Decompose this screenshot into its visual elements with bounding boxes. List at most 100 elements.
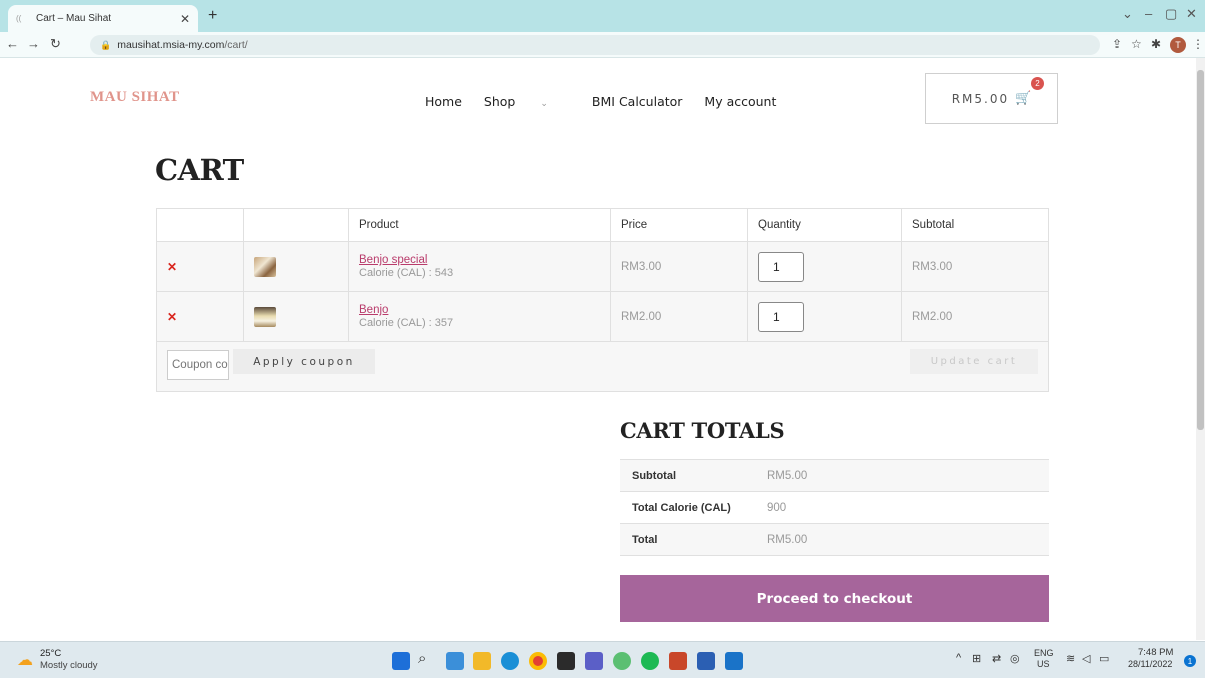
scrollbar-thumb[interactable] (1197, 70, 1204, 430)
col-price-header: Price (610, 208, 748, 242)
language-top[interactable]: ENG (1034, 648, 1054, 658)
remove-item-icon[interactable]: ✕ (167, 310, 177, 324)
product-subtotal: RM2.00 (901, 291, 1049, 342)
start-icon[interactable] (392, 652, 410, 670)
app-tray-icon[interactable]: ◎ (1010, 652, 1020, 665)
product-thumbnail[interactable] (254, 256, 276, 277)
file-explorer-icon[interactable] (473, 652, 491, 670)
totals-label: Subtotal (620, 459, 767, 492)
tab-search-icon[interactable]: ⌄ (1122, 6, 1133, 22)
teams-icon[interactable] (585, 652, 603, 670)
forward-icon[interactable]: → (27, 36, 40, 51)
share-icon[interactable]: ⇪ (1112, 37, 1122, 51)
cart-header-row: Product Price Quantity Subtotal (156, 208, 1049, 242)
browser-menu-icon[interactable]: ⋮ (1192, 37, 1204, 51)
photos-icon[interactable] (725, 652, 743, 670)
cart-count-badge: 2 (1031, 77, 1044, 90)
word-icon[interactable] (697, 652, 715, 670)
product-link[interactable]: Benjo (359, 304, 610, 316)
wifi-icon[interactable]: ≋ (1066, 652, 1075, 665)
powerpoint-icon[interactable] (669, 652, 687, 670)
restore-icon[interactable]: ▢ (1165, 6, 1177, 22)
volume-icon[interactable]: ◁ (1082, 652, 1090, 665)
clock-date[interactable]: 28/11/2022 (1128, 659, 1172, 669)
lock-icon: 🔒 (100, 39, 112, 50)
cart-table: Product Price Quantity Subtotal ✕ Benjo … (156, 208, 1049, 392)
nav-item-home[interactable]: Home (425, 94, 462, 109)
product-calorie: Calorie (CAL) : 357 (359, 317, 454, 329)
remove-item-icon[interactable]: ✕ (167, 260, 177, 274)
new-tab-icon[interactable]: + (208, 7, 217, 25)
totals-row-calorie: Total Calorie (CAL) 900 (620, 491, 1049, 524)
url-domain: mausihat.msia-my.com (117, 39, 225, 51)
extensions-icon[interactable]: ✱ (1151, 37, 1161, 51)
nav-item-shop-label: Shop (483, 94, 516, 109)
weather-temp: 25°C (40, 648, 62, 659)
edge-icon[interactable] (501, 652, 519, 670)
minimize-icon[interactable]: – (1145, 6, 1152, 21)
table-row: ✕ Benjo special Calorie (CAL) : 543 RM3.… (156, 241, 1049, 292)
cart-icon: 🛒 (1015, 91, 1032, 106)
close-tab-icon[interactable]: ✕ (180, 12, 190, 26)
col-subtotal-header: Subtotal (901, 208, 1049, 242)
totals-value: RM5.00 (767, 523, 1049, 556)
coupon-input[interactable] (167, 350, 229, 380)
search-icon[interactable]: ⌕ (418, 650, 426, 667)
nav-item-shop[interactable]: Shop ⌄ (484, 94, 570, 109)
back-icon[interactable]: ← (6, 36, 19, 51)
meet-icon[interactable]: ⊞ (972, 652, 981, 665)
product-subtotal: RM3.00 (901, 241, 1049, 292)
product-price: RM3.00 (610, 241, 748, 292)
col-remove-header (156, 208, 244, 242)
totals-label: Total (620, 523, 767, 556)
cart-totals-table: Subtotal RM5.00 Total Calorie (CAL) 900 … (620, 459, 1049, 556)
reload-icon[interactable]: ↻ (50, 36, 61, 52)
notification-badge[interactable]: 1 (1184, 655, 1196, 667)
bookmark-star-icon[interactable]: ☆ (1131, 37, 1142, 51)
product-link[interactable]: Benjo special (359, 254, 610, 266)
nav-item-my-account[interactable]: My account (704, 94, 776, 109)
table-row: ✕ Benjo Calorie (CAL) : 357 RM2.00 RM2.0… (156, 291, 1049, 342)
weather-desc: Mostly cloudy (40, 660, 98, 671)
update-cart-button[interactable]: Update cart (910, 349, 1038, 374)
browser-tab[interactable]: (( Cart – Mau Sihat ✕ (8, 5, 198, 32)
language-bottom[interactable]: US (1037, 659, 1050, 669)
os-taskbar: ☁ 25°C Mostly cloudy ⌕ ^ ⊞ ⇄ ◎ ENG US ≋ … (0, 641, 1205, 678)
site-logo[interactable]: MAU SIHAT (90, 89, 180, 106)
apply-coupon-button[interactable]: Apply coupon (233, 349, 375, 374)
url-field[interactable]: 🔒 mausihat.msia-my.com/cart/ (90, 35, 1100, 55)
weather-icon[interactable]: ☁ (17, 650, 33, 670)
network-sync-icon[interactable]: ⇄ (992, 652, 1001, 665)
header-cart-total: RM5.00 (951, 91, 1010, 106)
battery-icon[interactable]: ▭ (1099, 652, 1109, 665)
col-thumbnail-header (243, 208, 349, 242)
totals-value: RM5.00 (767, 459, 1049, 492)
quantity-input[interactable] (758, 251, 804, 282)
product-calorie: Calorie (CAL) : 543 (359, 267, 454, 279)
site-favicon-icon: (( (16, 14, 22, 23)
chevron-down-icon: ⌄ (540, 99, 548, 109)
address-bar: ← → ↻ 🔒 mausihat.msia-my.com/cart/ ⇪ ☆ ✱ (0, 32, 1205, 58)
main-nav: Home Shop ⌄ BMI Calculator My account (425, 94, 798, 109)
profile-avatar[interactable]: T (1170, 37, 1186, 53)
product-thumbnail[interactable] (254, 306, 276, 327)
nav-item-bmi-calculator[interactable]: BMI Calculator (592, 94, 683, 109)
chevron-up-icon[interactable]: ^ (956, 652, 961, 664)
totals-row-total: Total RM5.00 (620, 523, 1049, 556)
proceed-to-checkout-button[interactable]: Proceed to checkout (620, 575, 1049, 622)
totals-value: 900 (767, 491, 1049, 524)
totals-row-subtotal: Subtotal RM5.00 (620, 459, 1049, 492)
cart-actions-row: Apply coupon Update cart (156, 341, 1049, 392)
product-price: RM2.00 (610, 291, 748, 342)
clock-time[interactable]: 7:48 PM (1138, 647, 1173, 658)
app-icon[interactable] (613, 652, 631, 670)
col-quantity-header: Quantity (747, 208, 902, 242)
url-path: /cart/ (224, 39, 248, 51)
app-icon[interactable] (557, 652, 575, 670)
col-product-header: Product (348, 208, 611, 242)
quantity-input[interactable] (758, 301, 804, 332)
close-window-icon[interactable]: ✕ (1186, 6, 1197, 22)
chrome-icon[interactable] (529, 652, 547, 670)
spotify-icon[interactable] (641, 652, 659, 670)
widgets-icon[interactable] (446, 652, 464, 670)
